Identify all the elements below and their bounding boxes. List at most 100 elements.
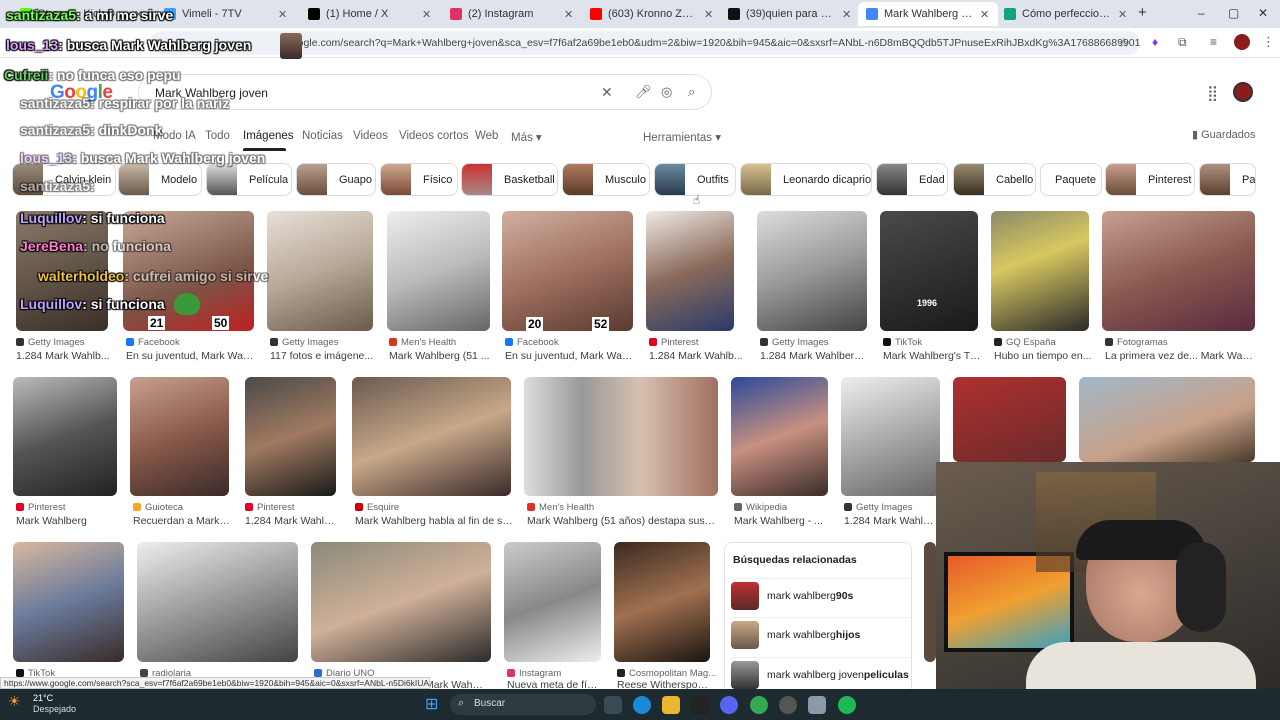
result-image[interactable] [924,542,936,662]
result-image[interactable] [130,377,229,496]
tab-noticias[interactable]: Noticias [302,130,343,142]
result-caption[interactable]: 1.284 Mark Wahlberg ... [760,350,868,362]
apps-grid-icon[interactable]: ⣿ [1207,84,1218,102]
result-source[interactable]: Fotogramas [1105,337,1255,348]
related-search-item[interactable]: mark wahlberg joven peliculas [731,657,911,691]
tab-7tv[interactable]: Vimeli - 7TV ✕ [156,2,296,26]
result-source[interactable]: Getty Images [270,337,374,348]
saved-button[interactable]: ▮ Guardados [1192,128,1256,141]
result-image[interactable] [13,542,124,662]
chip-leonardo-dicaprio[interactable]: Leonardo dicaprio [740,163,872,196]
result-source[interactable]: GQ España [994,337,1092,348]
result-source[interactable]: Pinterest [245,502,337,513]
tab-instagram[interactable]: (2) Instagram ✕ [442,2,582,26]
result-image[interactable] [731,377,828,496]
chip-pinterest[interactable]: Pinterest [1105,163,1195,196]
tab-chatgpt[interactable]: Cómo perfeccionar el me ✕ [996,2,1136,26]
result-image[interactable] [137,542,298,662]
close-icon[interactable]: ✕ [422,8,431,21]
result-caption[interactable]: 1.284 Mark Wahlb... [16,350,116,362]
result-source[interactable]: Men's Health [389,337,493,348]
result-image[interactable] [387,211,490,331]
bookmark-star-icon[interactable]: ☆ [1118,35,1130,51]
chip-basketball[interactable]: Basketball [461,163,558,196]
settings-icon[interactable] [808,696,826,714]
close-icon[interactable]: ✕ [564,8,573,21]
chip-pelicula[interactable]: Película [206,163,292,196]
result-source[interactable]: Cosmopolitan Mag... [617,668,717,679]
result-source[interactable]: Wikipedia [734,502,830,513]
tab-imagenes[interactable]: Imágenes [243,130,294,142]
google-account-avatar[interactable] [1233,82,1253,102]
result-caption[interactable]: 1.284 Mark Wahlb... [649,350,747,362]
result-source[interactable]: Getty Images [844,502,936,513]
chip-outfits[interactable]: Outfits [654,163,736,196]
profile-avatar[interactable] [1234,34,1250,50]
windows-start-icon[interactable]: ⊞ [425,694,438,714]
taskbar-search-box[interactable]: ⌕ Buscar [450,694,596,715]
result-caption[interactable]: 1.284 Mark Wahlbe... [844,515,936,527]
chip-cabello[interactable]: Cabello [953,163,1036,196]
chip-musculo[interactable]: Musculo [562,163,650,196]
new-tab-button[interactable]: + [1138,4,1147,21]
result-caption[interactable]: Mark Wahlberg (51 ... [389,350,493,362]
maximize-button[interactable]: ▢ [1228,6,1239,20]
tools-button[interactable]: Herramientas ▾ [643,130,721,144]
lens-camera-icon[interactable]: ◎ [661,84,672,100]
extension-icon[interactable]: ♦ [1152,35,1158,49]
tab-videos[interactable]: Videos [353,130,388,142]
result-source[interactable]: Getty Images [760,337,868,348]
result-caption[interactable]: Mark Wahlberg (51 años) destapa sus ab..… [527,515,717,527]
result-image[interactable] [1102,211,1255,331]
store-icon[interactable] [691,696,709,714]
search-icon[interactable]: ⌕ [688,84,695,100]
result-image[interactable] [311,542,491,662]
result-image[interactable] [245,377,336,496]
tab-youtube[interactable]: (603) Kronno Zomber - C ✕ [582,2,722,26]
tab-web[interactable]: Web [475,130,498,142]
media-controls-icon[interactable]: ≡ [1210,35,1217,49]
weather-temperature[interactable]: 21°C [33,693,53,703]
result-source[interactable]: Men's Health [527,502,717,513]
tab-x[interactable]: (1) Home / X ✕ [300,2,440,26]
result-source[interactable]: TikTok [883,337,981,348]
result-caption[interactable]: Recuerdan a Marky... [133,515,231,527]
close-icon[interactable]: ✕ [704,8,713,21]
chip-modelo[interactable]: Modelo [118,163,202,196]
chrome-icon[interactable] [750,696,768,714]
result-image[interactable] [267,211,373,331]
tab-videos-cortos[interactable]: Videos cortos [399,130,468,142]
spotify-icon[interactable] [838,696,856,714]
chip-pas[interactable]: Pas [1199,163,1256,196]
result-caption[interactable]: Mark Wahlberg - ... [734,515,830,527]
chip-edad[interactable]: Edad [876,163,948,196]
close-icon[interactable]: ✕ [842,8,851,21]
result-image[interactable] [524,377,718,496]
file-explorer-icon[interactable] [662,696,680,714]
result-source[interactable]: Guioteca [133,502,231,513]
result-source[interactable]: Esquire [355,502,513,513]
result-source[interactable]: Pinterest [16,502,116,513]
result-image[interactable] [646,211,734,331]
result-image[interactable] [614,542,710,662]
menu-kebab-icon[interactable]: ⋮ [1262,34,1275,50]
obs-icon[interactable] [779,696,797,714]
result-caption[interactable]: 1.284 Mark Wahlb... [245,515,337,527]
related-search-item[interactable]: mark wahlberg 90s [731,578,911,612]
close-icon[interactable]: ✕ [278,8,287,21]
result-image[interactable] [1079,377,1255,462]
clear-search-icon[interactable]: ✕ [601,84,613,101]
tab-mas[interactable]: Más ▾ [511,130,542,144]
discord-icon[interactable] [720,696,738,714]
tab-tiktok[interactable]: (39)quien para #rollinga ✕ [720,2,860,26]
result-image[interactable] [953,377,1066,462]
task-view-icon[interactable] [604,696,622,714]
related-search-item[interactable]: mark wahlberg hijos [731,617,911,651]
microphone-icon[interactable]: 🎤︎ [635,84,652,100]
result-image[interactable] [757,211,867,331]
result-caption[interactable]: En su juventud, Mark Wahl... [126,350,254,362]
close-window-button[interactable]: ✕ [1258,6,1268,20]
result-caption[interactable]: Hubo un tiempo en... [994,350,1092,362]
result-image[interactable] [502,211,633,331]
chip-paquete[interactable]: Paquete [1040,163,1102,196]
